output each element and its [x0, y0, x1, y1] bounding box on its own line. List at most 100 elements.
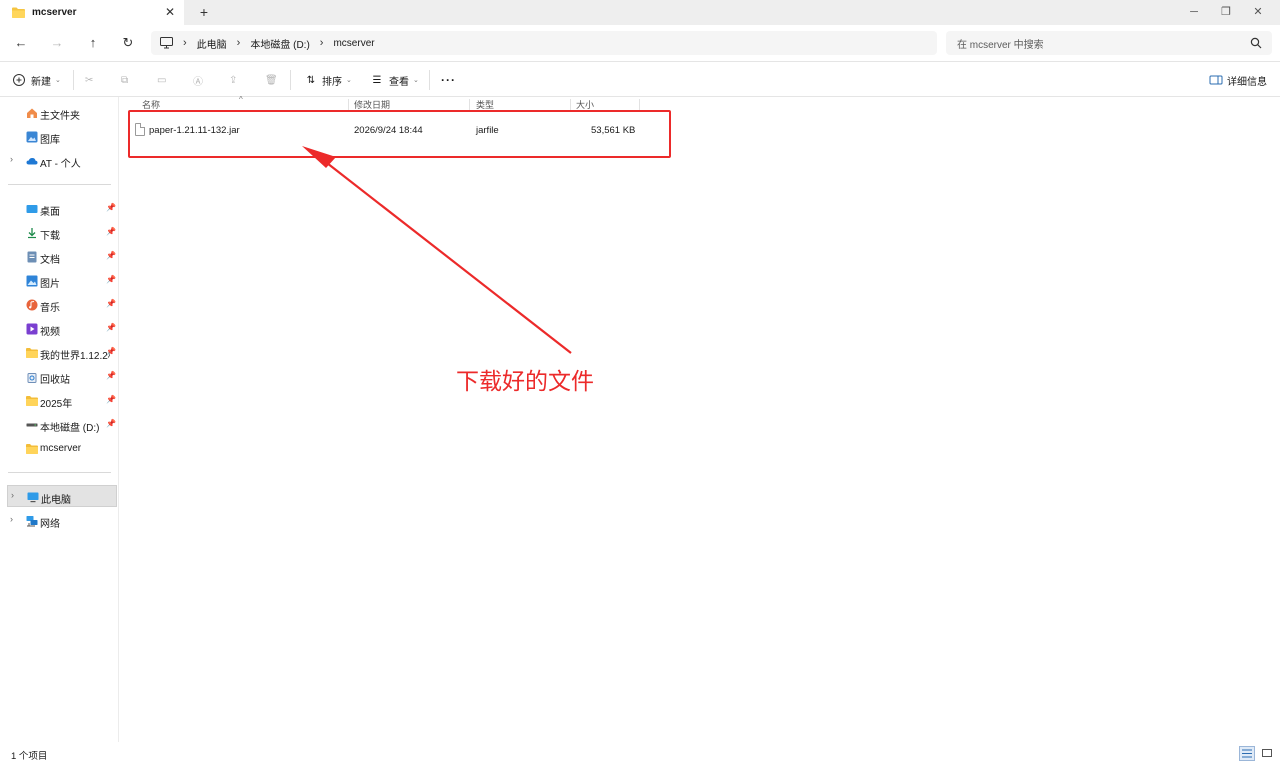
sidebar-item-2025-folder[interactable]: 2025年 📌	[0, 390, 118, 412]
pane-divider[interactable]	[118, 97, 119, 742]
desktop-icon	[26, 205, 38, 213]
tab-mcserver[interactable]: mcserver ✕	[0, 0, 184, 25]
toolbar-divider	[73, 70, 74, 90]
chevron-right-icon[interactable]: ›	[237, 37, 241, 49]
sidebar-item-label: 音乐	[40, 303, 60, 314]
view-button[interactable]: ☰ 查看 ⌄	[370, 71, 419, 89]
sidebar-item-label: 我的世界1.12.2材	[40, 351, 110, 362]
sidebar-item-desktop[interactable]: 桌面 📌	[0, 198, 118, 220]
pin-icon[interactable]: 📌	[106, 371, 116, 380]
new-tab-button[interactable]: +	[196, 4, 212, 20]
details-view-button[interactable]	[1239, 746, 1255, 761]
rename-icon[interactable]: Ⓐ	[193, 71, 203, 89]
drive-icon	[26, 423, 38, 427]
sort-arrows-icon: ⇅	[306, 74, 316, 86]
sidebar-item-pictures[interactable]: 图片 📌	[0, 270, 118, 292]
sidebar-item-label: 2025年	[40, 399, 73, 410]
share-icon[interactable]: ⇪	[229, 71, 237, 89]
status-bar: 1 个项目	[0, 742, 1280, 764]
pin-icon[interactable]: 📌	[106, 347, 116, 356]
title-bar: mcserver ✕ + ─ ❐ ✕	[0, 0, 1280, 25]
view-list-icon: ☰	[372, 74, 382, 86]
pin-icon[interactable]: 📌	[106, 251, 116, 260]
more-options-icon[interactable]: ···	[441, 71, 456, 89]
up-arrow-icon[interactable]: ↑	[84, 34, 102, 52]
details-label: 详细信息	[1227, 76, 1267, 88]
sidebar-item-label: 视频	[40, 327, 60, 338]
folder-icon	[26, 444, 38, 454]
sidebar-item-downloads[interactable]: 下载 📌	[0, 222, 118, 244]
delete-icon[interactable]: 🗑	[265, 71, 278, 89]
navigation-bar: ← → ↑ ↻ › 此电脑 › 本地磁盘 (D:) › mcserver 在 m…	[0, 25, 1280, 61]
sidebar-item-label: 文档	[40, 255, 60, 266]
pin-icon[interactable]: 📌	[106, 299, 116, 308]
cut-icon[interactable]: ✂	[85, 71, 93, 89]
details-pane-button[interactable]: 详细信息	[1209, 71, 1267, 89]
chevron-right-icon[interactable]: ›	[10, 514, 13, 524]
sidebar-item-label: 图片	[40, 279, 60, 290]
details-pane-icon	[1209, 75, 1223, 85]
breadcrumb-local-disk[interactable]: 本地磁盘 (D:)	[250, 36, 309, 51]
chevron-right-icon[interactable]: ›	[10, 154, 13, 164]
minimize-icon[interactable]: ─	[1186, 4, 1202, 20]
paste-icon[interactable]: ▭	[157, 71, 166, 89]
breadcrumb-this-pc[interactable]: 此电脑	[197, 36, 227, 51]
sidebar-divider	[8, 184, 111, 185]
cloud-icon	[26, 158, 38, 165]
search-placeholder: 在 mcserver 中搜索	[957, 39, 1044, 51]
tiles-view-icon	[1262, 749, 1272, 757]
forward-arrow-icon[interactable]: →	[48, 34, 66, 52]
pin-icon[interactable]: 📌	[106, 275, 116, 284]
sidebar-item-label: 主文件夹	[40, 111, 80, 122]
sidebar-item-minecraft-folder[interactable]: 我的世界1.12.2材 📌	[0, 342, 118, 364]
sidebar-item-recycle-bin[interactable]: 回收站 📌	[0, 366, 118, 388]
sidebar-item-mcserver[interactable]: mcserver	[0, 438, 118, 460]
tab-title: mcserver	[32, 7, 77, 18]
navigation-pane: 主文件夹 图库 › AT - 个人 桌面 📌 下载 📌 文档 📌 图片 📌 音乐…	[0, 97, 118, 742]
close-tab-icon[interactable]: ✕	[163, 5, 177, 19]
sidebar-item-network[interactable]: › 网络	[0, 510, 118, 532]
address-bar[interactable]: › 此电脑 › 本地磁盘 (D:) › mcserver	[151, 31, 937, 55]
restore-icon[interactable]: ❐	[1218, 4, 1234, 20]
pc-icon	[27, 492, 39, 503]
tiles-view-button[interactable]	[1259, 746, 1275, 761]
chevron-down-icon: ⌄	[413, 77, 419, 84]
sidebar-item-local-disk[interactable]: 本地磁盘 (D:) 📌	[0, 414, 118, 436]
search-icon[interactable]	[1250, 37, 1262, 49]
command-bar: 新建 ⌄ ✂ ⧉ ▭ Ⓐ ⇪ 🗑 ⇅ 排序 ⌄ ☰ 查看 ⌄ ··· 详细信息	[0, 61, 1280, 97]
search-input[interactable]: 在 mcserver 中搜索	[946, 31, 1272, 55]
sidebar-item-label: 网络	[40, 519, 60, 530]
sort-label: 排序	[322, 76, 342, 88]
sidebar-item-label: AT - 个人	[40, 159, 81, 170]
monitor-icon	[160, 37, 173, 49]
chevron-right-icon[interactable]: ›	[11, 490, 14, 500]
view-label: 查看	[389, 76, 409, 88]
sidebar-item-label: mcserver	[40, 443, 82, 454]
sidebar-item-home[interactable]: 主文件夹	[0, 102, 118, 124]
sidebar-item-gallery[interactable]: 图库	[0, 126, 118, 148]
chevron-down-icon: ⌄	[346, 77, 352, 84]
pin-icon[interactable]: 📌	[106, 323, 116, 332]
close-window-icon[interactable]: ✕	[1250, 4, 1266, 20]
sort-button[interactable]: ⇅ 排序 ⌄	[304, 71, 352, 89]
sidebar-item-videos[interactable]: 视频 📌	[0, 318, 118, 340]
sidebar-item-music[interactable]: 音乐 📌	[0, 294, 118, 316]
gallery-icon	[26, 131, 38, 143]
refresh-icon[interactable]: ↻	[119, 34, 137, 52]
back-arrow-icon[interactable]: ←	[12, 34, 30, 52]
sidebar-item-label: 图库	[40, 135, 60, 146]
sidebar-item-documents[interactable]: 文档 📌	[0, 246, 118, 268]
pin-icon[interactable]: 📌	[106, 419, 116, 428]
sidebar-item-onedrive[interactable]: › AT - 个人	[0, 150, 118, 172]
sidebar-item-this-pc[interactable]: › 此电脑	[7, 485, 117, 507]
pin-icon[interactable]: 📌	[106, 227, 116, 236]
pin-icon[interactable]: 📌	[106, 203, 116, 212]
folder-icon	[26, 396, 38, 406]
chevron-right-icon[interactable]: ›	[320, 37, 324, 49]
copy-icon[interactable]: ⧉	[121, 71, 128, 89]
breadcrumb-mcserver[interactable]: mcserver	[333, 38, 374, 49]
new-button[interactable]: 新建 ⌄	[12, 71, 61, 89]
pin-icon[interactable]: 📌	[106, 395, 116, 404]
folder-icon	[12, 7, 25, 18]
details-view-icon	[1242, 749, 1252, 758]
